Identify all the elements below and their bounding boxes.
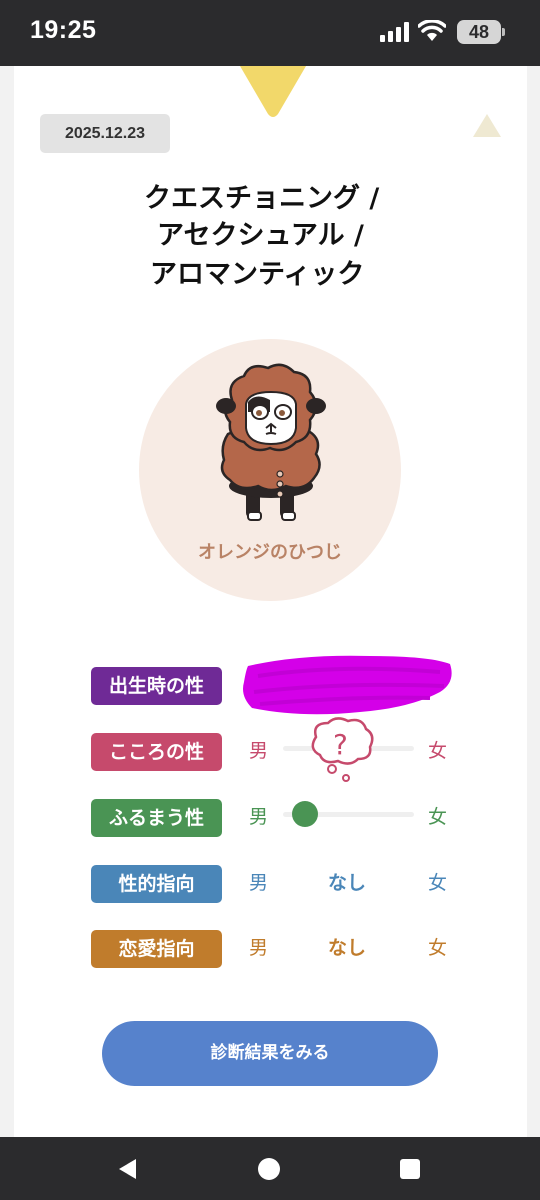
gender-identity-female: 女 <box>428 740 448 762</box>
recent-apps-icon[interactable] <box>400 1159 420 1179</box>
label-gender-identity: こころの性 <box>91 733 222 771</box>
view-result-button[interactable]: 診断結果をみる <box>102 1021 438 1086</box>
status-time: 19:25 <box>30 16 97 44</box>
gender-expression-male: 男 <box>249 806 269 828</box>
gender-expression-female: 女 <box>428 806 448 828</box>
result-title-line-3: アロマンティック <box>150 259 365 290</box>
romantic-orientation-male: 男 <box>249 937 269 959</box>
redaction-scribble <box>243 655 452 715</box>
label-gender-expression: ふるまう性 <box>91 799 222 837</box>
label-romantic-orientation: 恋愛指向 <box>91 930 222 968</box>
romantic-orientation-female: 女 <box>428 937 448 959</box>
sheep-avatar <box>216 363 326 521</box>
sexual-orientation-male: 男 <box>249 872 269 894</box>
signal-icon <box>380 22 409 42</box>
label-sexual-orientation: 性的指向 <box>91 865 222 903</box>
back-icon[interactable] <box>116 1157 140 1181</box>
battery-level: 48 <box>468 22 490 42</box>
battery-icon: 48 <box>457 20 501 44</box>
label-birth-sex: 出生時の性 <box>91 667 222 705</box>
decorative-triangle-beige <box>473 114 501 137</box>
sexual-orientation-female: 女 <box>428 872 448 894</box>
romantic-orientation-none: なし <box>328 937 367 959</box>
home-icon[interactable] <box>258 1158 280 1180</box>
character-name: オレンジのひつじ <box>198 542 342 563</box>
result-title-line-2: アセクシュアル / <box>157 220 364 251</box>
decorative-triangle-yellow <box>240 66 306 117</box>
gender-identity-unknown-mark: ? <box>333 728 348 761</box>
battery-tip <box>502 28 505 36</box>
status-bar: 19:25 48 <box>0 0 540 66</box>
sexual-orientation-none: なし <box>328 872 367 894</box>
wifi-icon <box>418 20 446 41</box>
result-date: 2025.12.23 <box>40 114 170 153</box>
result-title-line-1: クエスチョニング / <box>144 183 380 214</box>
gender-identity-male: 男 <box>249 740 269 762</box>
